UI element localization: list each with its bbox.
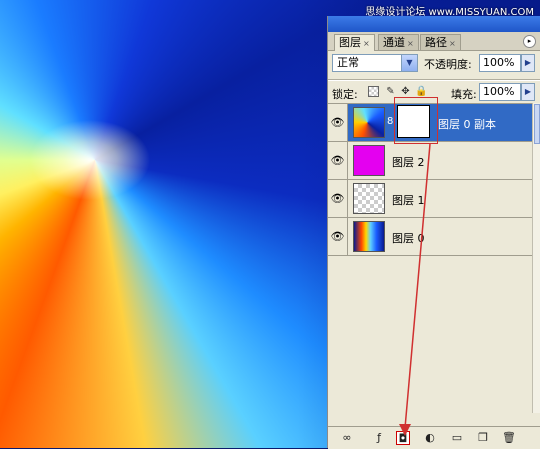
fill-slider-arrow-icon[interactable]: ▶ — [521, 83, 535, 101]
layer-name: 图层 1 — [392, 194, 425, 207]
tab-close-icon[interactable]: × — [407, 39, 414, 48]
scrollbar-thumb[interactable] — [534, 104, 540, 144]
blend-mode-select[interactable]: 正常 ▼ — [332, 54, 418, 72]
layer-thumbnail — [353, 183, 385, 214]
opacity-slider-arrow-icon[interactable]: ▶ — [521, 54, 535, 72]
tab-close-icon[interactable]: × — [363, 39, 370, 48]
divider — [328, 79, 540, 81]
adjustment-layer-icon[interactable]: ◐ — [423, 431, 437, 445]
new-layer-icon[interactable]: ❐ — [476, 431, 490, 445]
tab-close-icon[interactable]: × — [449, 39, 456, 48]
blend-row: 正常 ▼ 不透明度: 100% ▶ — [328, 53, 540, 75]
panel-titlebar[interactable] — [328, 16, 540, 32]
tab-channels-label: 通道 — [383, 36, 405, 49]
lock-label: 锁定: — [332, 88, 358, 101]
trash-icon[interactable]: 🗑 — [502, 431, 516, 445]
layer-thumbnail — [353, 107, 385, 138]
tab-paths[interactable]: 路径 × — [420, 34, 461, 50]
eye-icon[interactable]: 👁 — [328, 142, 348, 179]
layer-row[interactable]: 👁 图层 0 — [328, 218, 532, 256]
chevron-down-icon[interactable]: ▼ — [401, 55, 417, 71]
tab-layers[interactable]: 图层 × — [334, 34, 375, 51]
eye-icon[interactable]: 👁 — [328, 218, 348, 255]
layer-name: 图层 0 副本 — [438, 118, 496, 131]
add-mask-icon[interactable]: ◘ — [396, 431, 410, 445]
eye-icon[interactable]: 👁 — [328, 104, 348, 141]
lock-brush-icon[interactable]: ✎ — [385, 86, 396, 97]
layer-thumbnail — [353, 145, 385, 176]
tab-paths-label: 路径 — [425, 36, 447, 49]
lock-move-icon[interactable]: ✥ — [400, 86, 411, 97]
lock-transparency-icon[interactable] — [368, 86, 379, 97]
layer-row[interactable]: 👁 图层 2 — [328, 142, 532, 180]
link-layers-icon[interactable]: ∞ — [340, 431, 354, 445]
opacity-input[interactable]: 100% — [479, 54, 521, 72]
lock-all-icon[interactable]: 🔒 — [415, 86, 427, 97]
opacity-label: 不透明度: — [424, 58, 472, 71]
tab-layers-label: 图层 — [339, 36, 361, 49]
fill-input[interactable]: 100% — [479, 83, 521, 101]
layer-name: 图层 2 — [392, 156, 425, 169]
eye-icon[interactable]: 👁 — [328, 180, 348, 217]
highlight-box — [394, 97, 438, 144]
fx-icon[interactable]: ƒ — [372, 431, 386, 445]
layer-thumbnail — [353, 221, 385, 252]
layer-row[interactable]: 👁 图层 1 — [328, 180, 532, 218]
layers-panel: 图层 × 通道 × 路径 × ▸ 正常 ▼ 不透明度: 100% ▶ 锁定: ✎ ✥ … — [327, 16, 540, 449]
blend-mode-value: 正常 — [337, 56, 359, 69]
chain-link-icon[interactable]: 8 — [387, 116, 393, 127]
layer-name: 图层 0 — [392, 232, 425, 245]
tab-channels[interactable]: 通道 × — [378, 34, 419, 50]
layers-toolbar: ∞ ƒ ◘ ◐ ▭ ❐ 🗑 — [328, 426, 540, 449]
panel-tabs: 图层 × 通道 × 路径 × — [328, 32, 540, 51]
layers-scrollbar[interactable] — [532, 103, 540, 413]
layers-list: 👁 8 图层 0 副本 👁 图层 2 👁 图层 1 👁 图层 0 — [328, 103, 532, 414]
new-group-icon[interactable]: ▭ — [450, 431, 464, 445]
fill-label: 填充: — [451, 88, 477, 101]
panel-menu-icon[interactable]: ▸ — [523, 35, 536, 48]
